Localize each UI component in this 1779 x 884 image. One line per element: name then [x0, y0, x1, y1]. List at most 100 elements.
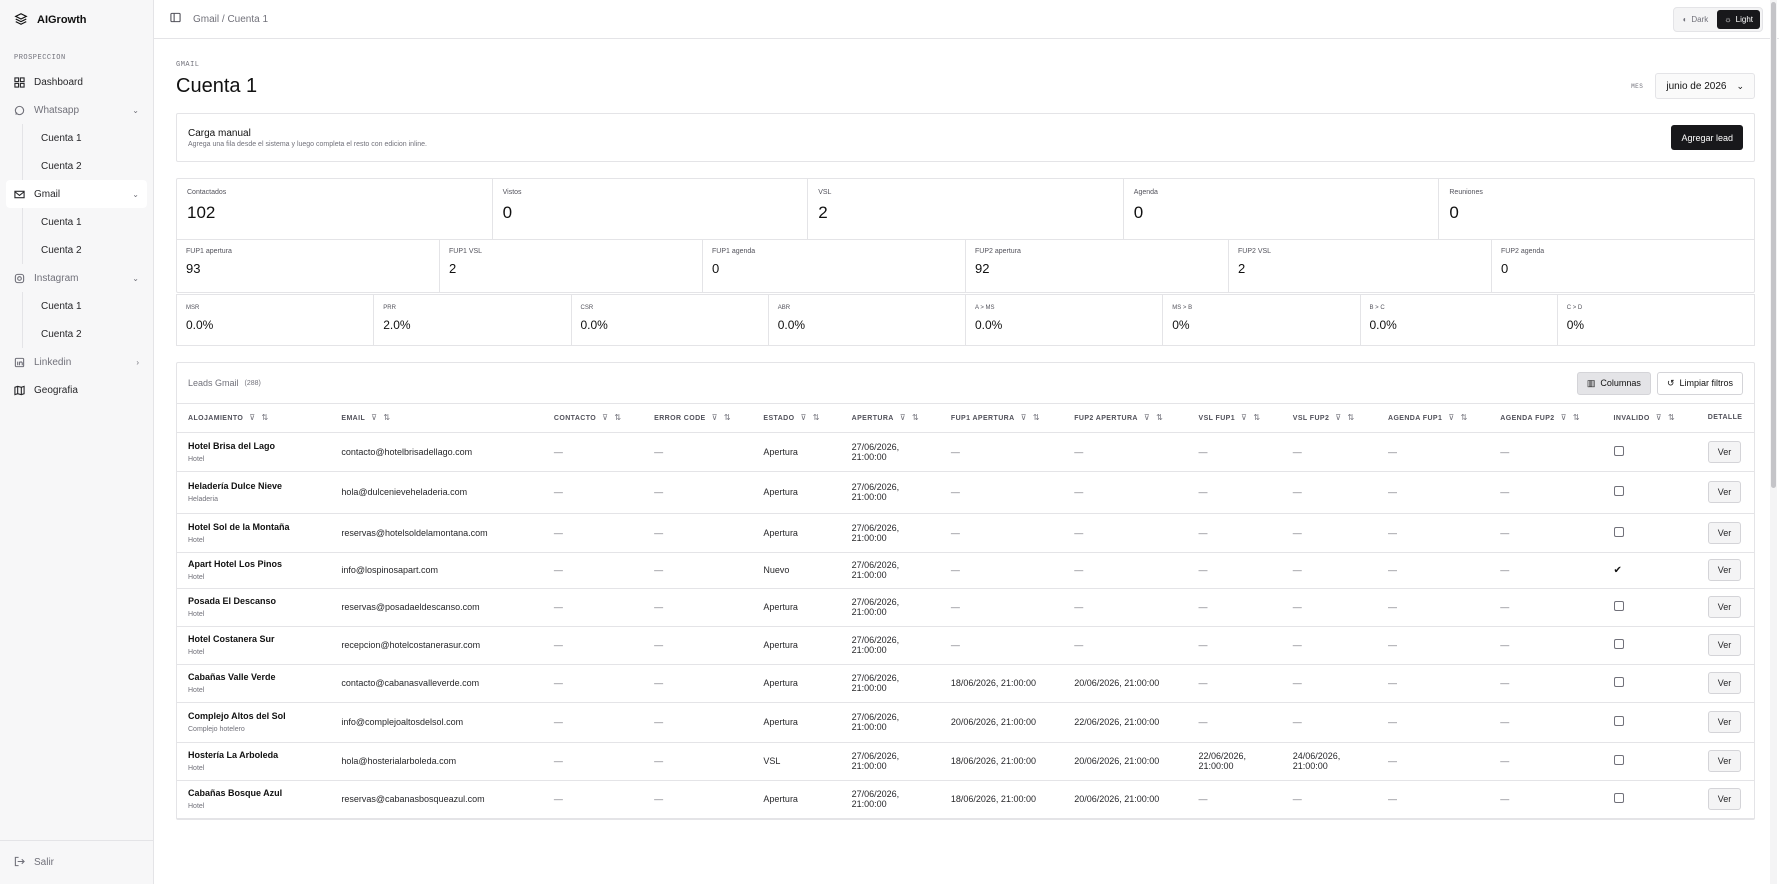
cell-alojamiento[interactable]: Cabañas Bosque Azul Hotel [177, 780, 331, 819]
cell-error[interactable]: — [643, 780, 753, 819]
sidebar-subitem-gmail-cuenta-1[interactable]: Cuenta 1 [23, 208, 153, 236]
cell-vsl1[interactable]: — [1187, 664, 1282, 703]
column-header[interactable]: AGENDA FUP1 ⊽ ⇅ [1376, 404, 1490, 433]
view-detail-button[interactable]: Ver [1707, 788, 1742, 810]
cell-vsl2[interactable]: — [1281, 588, 1377, 627]
cell-vsl1[interactable]: — [1187, 513, 1282, 553]
cell-fup2[interactable]: 20/06/2026, 21:00:00 [1063, 742, 1188, 781]
filter-icon[interactable]: ⊽ [602, 413, 608, 422]
cell-estado[interactable]: Apertura [752, 702, 841, 743]
sidebar-subitem-instagram-cuenta-2[interactable]: Cuenta 2 [23, 320, 153, 348]
cell-contacto[interactable]: — [542, 742, 644, 781]
view-detail-button[interactable]: Ver [1707, 559, 1742, 581]
sort-icon[interactable]: ⇅ [724, 413, 731, 422]
cell-alojamiento[interactable]: Complejo Altos del Sol Complejo hotelero [177, 702, 331, 743]
invalid-checkbox[interactable] [1613, 677, 1624, 687]
cell-vsl1[interactable]: — [1187, 588, 1282, 627]
cell-fup1[interactable]: — [939, 552, 1064, 589]
filter-icon[interactable]: ⊽ [900, 413, 906, 422]
cell-vsl2[interactable]: — [1281, 432, 1377, 472]
cell-fup1[interactable]: — [939, 513, 1064, 553]
cell-fup2[interactable]: — [1063, 513, 1188, 553]
cell-vsl2[interactable]: — [1281, 471, 1377, 514]
cell-vsl1[interactable]: — [1187, 626, 1282, 665]
cell-error[interactable]: — [643, 513, 753, 553]
cell-contacto[interactable]: — [542, 513, 644, 553]
filter-icon[interactable]: ⊽ [1335, 413, 1341, 422]
sort-icon[interactable]: ⇅ [614, 413, 621, 422]
cell-apertura[interactable]: 27/06/2026, 21:00:00 [840, 742, 940, 781]
view-detail-button[interactable]: Ver [1707, 634, 1742, 656]
cell-error[interactable]: — [643, 432, 753, 472]
cell-contacto[interactable]: — [542, 432, 644, 472]
cell-contacto[interactable]: — [542, 780, 644, 819]
sort-icon[interactable]: ⇅ [1253, 413, 1260, 422]
cell-apertura[interactable]: 27/06/2026, 21:00:00 [840, 664, 940, 703]
invalid-checkbox[interactable] [1613, 639, 1624, 649]
cell-alojamiento[interactable]: Cabañas Valle Verde Hotel [177, 664, 331, 703]
filter-icon[interactable]: ⊽ [1656, 413, 1662, 422]
table-row[interactable]: Cabañas Valle Verde Hotel contacto@cabanas… [177, 664, 1754, 703]
cell-vsl2[interactable]: — [1281, 664, 1377, 703]
cell-ag1[interactable]: — [1376, 626, 1490, 665]
invalid-checkbox[interactable] [1613, 486, 1624, 496]
view-detail-button[interactable]: Ver [1707, 596, 1742, 618]
sort-icon[interactable]: ⇅ [1348, 413, 1355, 422]
cell-error[interactable]: — [643, 552, 753, 589]
cell-error[interactable]: — [643, 664, 753, 703]
table-row[interactable]: Hotel Sol de la Montaña Hotel reservas@hot… [177, 513, 1754, 553]
cell-apertura[interactable]: 27/06/2026, 21:00:00 [840, 471, 940, 514]
filter-icon[interactable]: ⊽ [1448, 413, 1454, 422]
cell-ag2[interactable]: — [1489, 742, 1603, 781]
cell-email[interactable]: recepcion@hotelcostanerasur.com [330, 626, 543, 665]
cell-email[interactable]: contacto@cabanasvalleverde.com [330, 664, 543, 703]
cell-vsl2[interactable]: — [1281, 626, 1377, 665]
cell-estado[interactable]: Apertura [752, 471, 841, 514]
view-detail-button[interactable]: Ver [1707, 521, 1742, 544]
table-row[interactable]: Heladería Dulce Nieve Heladeria hola@dulce… [177, 471, 1754, 514]
cell-fup2[interactable]: — [1063, 471, 1188, 514]
column-header[interactable]: AGENDA FUP2 ⊽ ⇅ [1489, 404, 1603, 433]
cell-invalido[interactable] [1602, 588, 1697, 627]
column-header[interactable]: APERTURA ⊽ ⇅ [840, 404, 940, 433]
cell-fup2[interactable]: — [1063, 588, 1188, 627]
invalid-checkbox[interactable] [1613, 755, 1624, 765]
page-scrollbar[interactable] [1770, 0, 1777, 884]
cell-alojamiento[interactable]: Hotel Costanera Sur Hotel [177, 626, 331, 665]
cell-contacto[interactable]: — [542, 471, 644, 514]
sort-icon[interactable]: ⇅ [1668, 413, 1675, 422]
cell-error[interactable]: — [643, 702, 753, 743]
table-row[interactable]: Hotel Brisa del Lago Hotel contacto@hotelb… [177, 432, 1754, 472]
cell-vsl2[interactable]: — [1281, 780, 1377, 819]
cell-invalido[interactable] [1602, 626, 1697, 665]
view-detail-button[interactable]: Ver [1707, 711, 1742, 733]
cell-estado[interactable]: Apertura [752, 432, 841, 472]
cell-contacto[interactable]: — [542, 626, 644, 665]
table-row[interactable]: Hotel Costanera Sur Hotel recepcion@hotelc… [177, 626, 1754, 665]
cell-apertura[interactable]: 27/06/2026, 21:00:00 [840, 432, 940, 472]
column-header[interactable]: ESTADO ⊽ ⇅ [752, 404, 841, 433]
cell-invalido[interactable] [1602, 471, 1697, 514]
cell-vsl1[interactable]: — [1187, 432, 1282, 472]
cell-ag2[interactable]: — [1489, 664, 1603, 703]
cell-estado[interactable]: Apertura [752, 664, 841, 703]
cell-estado[interactable]: Nuevo [752, 552, 841, 589]
cell-ag2[interactable]: — [1489, 471, 1603, 514]
cell-apertura[interactable]: 27/06/2026, 21:00:00 [840, 513, 940, 553]
cell-error[interactable]: — [643, 471, 753, 514]
cell-apertura[interactable]: 27/06/2026, 21:00:00 [840, 780, 940, 819]
cell-alojamiento[interactable]: Hostería La Arboleda Hotel [177, 742, 331, 781]
sidebar-item-instagram[interactable]: Instagram ⌄ [0, 264, 153, 292]
column-header[interactable]: VSL FUP2 ⊽ ⇅ [1281, 404, 1377, 433]
cell-alojamiento[interactable]: Hotel Brisa del Lago Hotel [177, 432, 331, 472]
cell-fup2[interactable]: 22/06/2026, 21:00:00 [1063, 702, 1188, 743]
cell-invalido[interactable] [1602, 702, 1697, 743]
cell-email[interactable]: reservas@hotelsoldelamontana.com [330, 513, 543, 553]
cell-invalido[interactable] [1602, 432, 1697, 472]
cell-ag1[interactable]: — [1376, 588, 1490, 627]
cell-apertura[interactable]: 27/06/2026, 21:00:00 [840, 626, 940, 665]
cell-error[interactable]: — [643, 588, 753, 627]
filter-icon[interactable]: ⊽ [249, 413, 255, 422]
view-detail-button[interactable]: Ver [1707, 672, 1742, 694]
column-header[interactable]: FUP1 APERTURA ⊽ ⇅ [939, 404, 1064, 433]
